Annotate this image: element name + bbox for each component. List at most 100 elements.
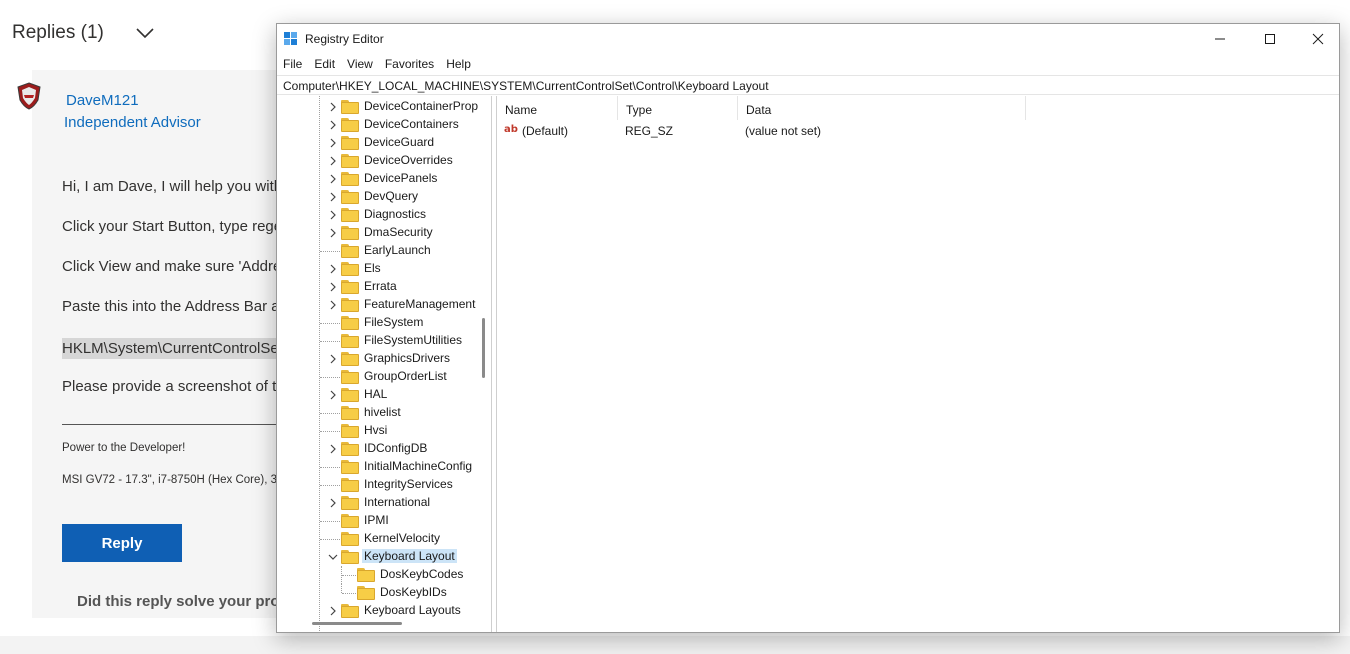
folder-icon: [341, 406, 359, 420]
chevron-right-icon[interactable]: [327, 137, 339, 149]
tree-node-label: Keyboard Layouts: [364, 603, 461, 617]
address-bar[interactable]: Computer\HKEY_LOCAL_MACHINE\SYSTEM\Curre…: [277, 75, 1339, 95]
tree-node[interactable]: DeviceGuard: [277, 134, 477, 152]
tree-node[interactable]: Diagnostics: [277, 206, 477, 224]
key-tree-pane[interactable]: DeviceContainerProp DeviceContainers Devic…: [277, 96, 492, 632]
tree-node[interactable]: GroupOrderList: [277, 368, 477, 386]
tree-node[interactable]: FileSystemUtilities: [277, 332, 477, 350]
tree-node[interactable]: Hvsi: [277, 422, 477, 440]
folder-icon: [341, 100, 359, 114]
tree-node[interactable]: KernelVelocity: [277, 530, 477, 548]
address-path[interactable]: Computer\HKEY_LOCAL_MACHINE\SYSTEM\Curre…: [283, 79, 769, 93]
value-row[interactable]: ab (Default) REG_SZ (value not set): [497, 122, 1097, 140]
tree-node[interactable]: Els: [277, 260, 477, 278]
tree-connector: [320, 431, 340, 432]
avatar[interactable]: [16, 82, 42, 110]
minimize-button[interactable]: [1197, 24, 1243, 54]
menu-view[interactable]: View: [347, 57, 373, 71]
chevron-right-icon[interactable]: [327, 299, 339, 311]
chevron-right-icon[interactable]: [327, 443, 339, 455]
tree-node[interactable]: DeviceOverrides: [277, 152, 477, 170]
folder-icon: [341, 424, 359, 438]
chevron-right-icon[interactable]: [327, 227, 339, 239]
tree-node-label: FileSystem: [364, 315, 424, 329]
tree-node[interactable]: GraphicsDrivers: [277, 350, 477, 368]
tree-node[interactable]: InitialMachineConfig: [277, 458, 477, 476]
tree-node[interactable]: DosKeybIDs: [277, 584, 477, 602]
close-icon: [1312, 33, 1324, 45]
chevron-down-icon[interactable]: [327, 551, 339, 563]
folder-icon: [341, 298, 359, 312]
menu-file[interactable]: File: [283, 57, 302, 71]
chevron-right-icon[interactable]: [327, 119, 339, 131]
tree-node[interactable]: FeatureManagement: [277, 296, 477, 314]
folder-icon: [341, 226, 359, 240]
maximize-button[interactable]: [1247, 24, 1293, 54]
menu-favorites[interactable]: Favorites: [385, 57, 434, 71]
column-header-name[interactable]: Name: [497, 96, 618, 120]
folder-icon: [341, 208, 359, 222]
chevron-right-icon[interactable]: [327, 389, 339, 401]
tree-node[interactable]: IDConfigDB: [277, 440, 477, 458]
tree-horizontal-scrollbar[interactable]: [312, 622, 402, 625]
folder-icon: [341, 370, 359, 384]
reply-button[interactable]: Reply: [62, 524, 182, 562]
close-button[interactable]: [1295, 24, 1339, 54]
tree-node-label: Keyboard Layout: [362, 549, 457, 563]
chevron-right-icon[interactable]: [327, 605, 339, 617]
chevron-right-icon[interactable]: [327, 191, 339, 203]
tree-node[interactable]: FileSystem: [277, 314, 477, 332]
tree-node-label: GraphicsDrivers: [364, 351, 451, 365]
tree-node[interactable]: hivelist: [277, 404, 477, 422]
tree-node-label: GroupOrderList: [364, 369, 447, 383]
tree-node[interactable]: HAL: [277, 386, 477, 404]
column-header-data[interactable]: Data: [738, 96, 1026, 120]
values-pane[interactable]: Name Type Data ab (Default) REG_SZ (valu…: [496, 96, 1339, 632]
chevron-right-icon[interactable]: [327, 497, 339, 509]
tree-node-label: hivelist: [364, 405, 401, 419]
folder-icon: [341, 262, 359, 276]
tree-node-label: Els: [364, 261, 381, 275]
tree-node[interactable]: International: [277, 494, 477, 512]
chevron-right-icon[interactable]: [327, 353, 339, 365]
tree-node[interactable]: IntegrityServices: [277, 476, 477, 494]
author-name[interactable]: DaveM121: [66, 92, 139, 109]
folder-icon: [341, 154, 359, 168]
tree-node[interactable]: DmaSecurity: [277, 224, 477, 242]
folder-icon: [341, 352, 359, 366]
title-bar[interactable]: Registry Editor: [277, 24, 1339, 54]
tree-node[interactable]: DevicePanels: [277, 170, 477, 188]
tree-node[interactable]: DeviceContainers: [277, 116, 477, 134]
chevron-right-icon[interactable]: [327, 281, 339, 293]
chevron-right-icon[interactable]: [327, 173, 339, 185]
chevron-right-icon[interactable]: [327, 101, 339, 113]
tree-connector: [342, 575, 356, 576]
author-role: Independent Advisor: [64, 114, 201, 131]
tree-node-label: IntegrityServices: [364, 477, 453, 491]
tree-node[interactable]: Keyboard Layouts: [277, 602, 477, 620]
chevron-right-icon[interactable]: [327, 209, 339, 221]
tree-node[interactable]: IPMI: [277, 512, 477, 530]
tree-connector: [320, 413, 340, 414]
tree-vertical-scrollbar[interactable]: [482, 318, 485, 378]
tree-node[interactable]: Errata: [277, 278, 477, 296]
chevron-right-icon[interactable]: [327, 155, 339, 167]
tree-node[interactable]: DevQuery: [277, 188, 477, 206]
replies-header: Replies (1): [12, 22, 156, 44]
window-title: Registry Editor: [305, 32, 384, 46]
tree-node[interactable]: DeviceContainerProp: [277, 98, 478, 116]
chevron-right-icon[interactable]: [327, 263, 339, 275]
value-name: (Default): [522, 124, 569, 138]
menu-edit[interactable]: Edit: [314, 57, 335, 71]
tree-node[interactable]: Keyboard Layout: [277, 548, 477, 566]
value-data: (value not set): [745, 124, 822, 138]
column-header-type[interactable]: Type: [618, 96, 738, 120]
folder-icon: [341, 460, 359, 474]
tree-node[interactable]: EarlyLaunch: [277, 242, 477, 260]
tree-node[interactable]: DosKeybCodes: [277, 566, 477, 584]
tree-connector: [341, 584, 342, 593]
menu-help[interactable]: Help: [446, 57, 471, 71]
chevron-down-icon[interactable]: [134, 22, 156, 44]
folder-icon: [341, 388, 359, 402]
folder-icon: [341, 478, 359, 492]
